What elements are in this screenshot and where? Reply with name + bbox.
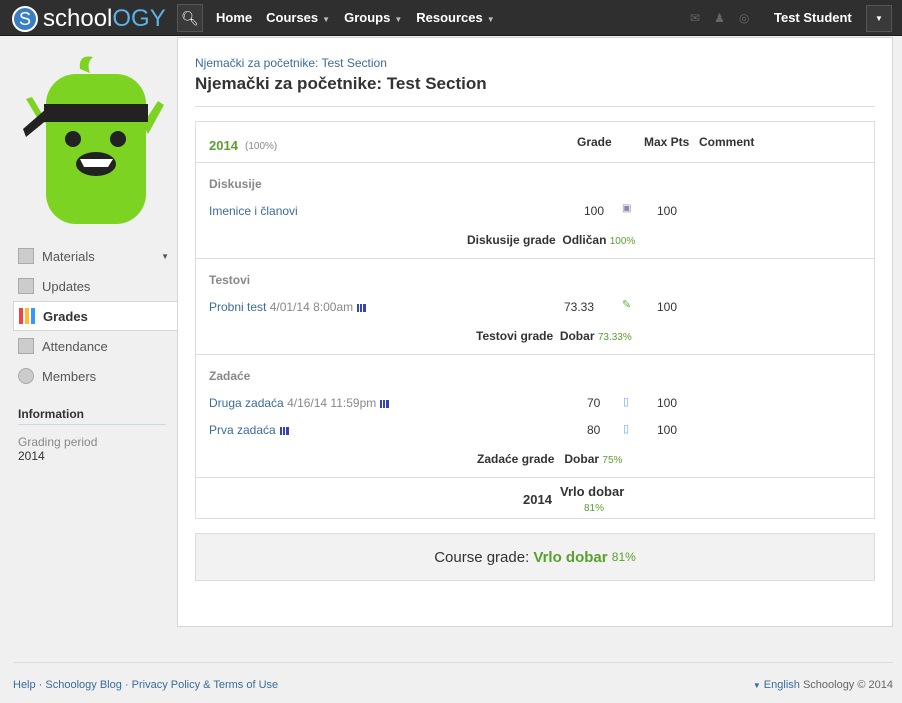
assignment-icon: ▯: [623, 396, 630, 408]
attendance-icon: [18, 338, 34, 354]
schoology-logo[interactable]: Sschool OGY: [12, 5, 166, 33]
language-selector[interactable]: English: [764, 679, 800, 691]
assignment-link[interactable]: Probni test: [209, 300, 266, 314]
footer: Help · Schoology Blog · Privacy Policy &…: [13, 662, 893, 691]
statistics-icon[interactable]: [279, 427, 289, 435]
messages-icon[interactable]: ✉: [690, 11, 700, 25]
grades-table: 2014 (100%) Grade Max Pts Comment Diskus…: [195, 121, 875, 519]
main-content: Njemački za početnike: Test Section Njem…: [177, 37, 893, 627]
search-button[interactable]: 🔍︎: [177, 4, 203, 32]
chevron-down-icon: ▼: [486, 15, 495, 24]
statistics-icon[interactable]: [357, 304, 367, 312]
sidebar-item-updates[interactable]: Updates: [13, 271, 177, 301]
notifications-icon[interactable]: ◎: [739, 11, 749, 25]
sidebar-item-grades[interactable]: Grades: [13, 301, 178, 331]
footer-blog-link[interactable]: Schoology Blog: [45, 679, 121, 691]
category-zadace: Zadaće Druga zadaća 4/16/14 11:59pm 70 ▯…: [196, 354, 874, 477]
chevron-down-icon: ▼: [322, 15, 331, 24]
sidebar-item-attendance[interactable]: Attendance: [13, 331, 177, 361]
grades-chart-icon: [19, 308, 35, 324]
period-total: 2014 Vrlo dobar 81%: [196, 477, 874, 519]
requests-icon[interactable]: ♟: [714, 11, 725, 25]
course-grade-summary: Course grade: Vrlo dobar 81%: [195, 533, 875, 581]
footer-help-link[interactable]: Help: [13, 679, 36, 691]
updates-icon: [18, 278, 34, 294]
information-panel: Information Grading period 2014: [18, 407, 166, 463]
breadcrumb[interactable]: Njemački za početnike: Test Section: [195, 56, 387, 70]
course-mascot-image: [23, 56, 164, 224]
test-icon: ✎: [622, 299, 632, 311]
category-testovi: Testovi Probni test 4/01/14 8:00am 73.33…: [196, 258, 874, 354]
search-icon: 🔍︎: [181, 9, 199, 26]
table-header: 2014 (100%) Grade Max Pts Comment: [209, 135, 755, 153]
materials-icon: [18, 248, 34, 264]
user-menu[interactable]: Test Student: [774, 10, 852, 25]
page-title: Njemački za početnike: Test Section: [195, 74, 487, 93]
members-icon: [18, 368, 34, 384]
chevron-down-icon[interactable]: ▼: [161, 252, 169, 261]
sidebar-item-members[interactable]: Members: [13, 361, 177, 391]
assignment-link[interactable]: Imenice i članovi: [209, 204, 298, 218]
top-bar: Sschool OGY 🔍︎ Home Courses ▼ Groups ▼ Reso…: [0, 0, 902, 36]
nav-resources[interactable]: Resources ▼: [416, 10, 494, 25]
nav-groups[interactable]: Groups ▼: [344, 10, 402, 25]
footer-privacy-link[interactable]: Privacy Policy & Terms of Use: [132, 679, 279, 691]
chevron-down-icon: ▼: [752, 681, 761, 690]
discussion-icon: ▣: [622, 203, 632, 214]
sidebar-item-materials[interactable]: Materials ▼: [13, 241, 177, 271]
statistics-icon[interactable]: [380, 400, 390, 408]
assignment-link[interactable]: Prva zadaća: [209, 423, 276, 437]
nav-home[interactable]: Home: [216, 10, 252, 25]
nav-courses[interactable]: Courses ▼: [266, 10, 330, 25]
divider: [195, 106, 875, 107]
assignment-link[interactable]: Druga zadaća: [209, 396, 284, 410]
category-diskusije: Diskusije Imenice i članovi 100 ▣ 100 Di…: [196, 162, 874, 258]
chevron-down-icon: ▼: [394, 15, 403, 24]
assignment-icon: ▯: [623, 423, 630, 435]
chevron-down-icon: ▼: [875, 14, 883, 23]
user-dropdown-button[interactable]: ▼: [866, 5, 892, 32]
